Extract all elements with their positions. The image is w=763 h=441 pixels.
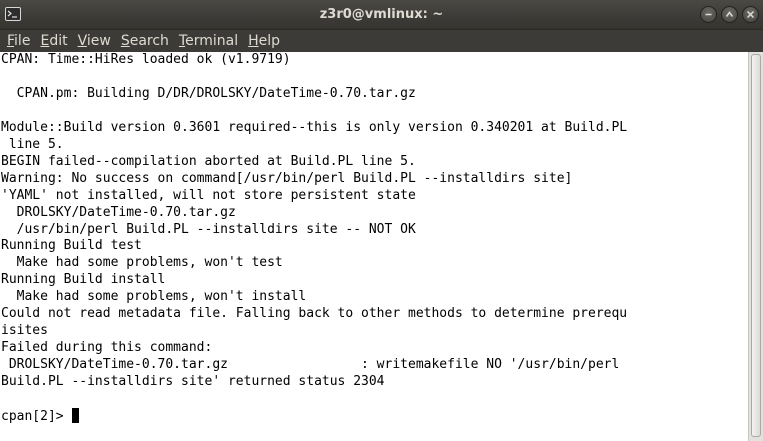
close-icon: [746, 10, 755, 19]
terminal-line: DROLSKY/DateTime-0.70.tar.gz : writemake…: [1, 357, 620, 373]
terminal-line: Warning: No success on command[/usr/bin/…: [1, 170, 573, 186]
terminal-line: line 5.: [1, 136, 64, 152]
terminal-window: z3r0@vmlinux: ~ File Edit View Search Te…: [0, 0, 763, 441]
maximize-button[interactable]: [721, 6, 738, 23]
terminal-line: CPAN.pm: Building D/DR/DROLSKY/DateTime-…: [1, 85, 416, 101]
prompt-text: cpan[2]>: [1, 409, 72, 424]
terminal-text: CPAN: Time::HiRes loaded ok (v1.9719) CP…: [0, 52, 748, 391]
terminal-line: BEGIN failed--compilation aborted at Bui…: [1, 153, 416, 169]
terminal-line: Make had some problems, won't test: [1, 255, 283, 271]
terminal-line: CPAN: Time::HiRes loaded ok (v1.9719): [1, 52, 291, 67]
window-title: z3r0@vmlinux: ~: [319, 7, 444, 22]
minimize-icon: [705, 13, 712, 16]
terminal-line: Failed during this command:: [1, 340, 213, 356]
terminal-line: isites: [1, 323, 48, 339]
terminal-line: DROLSKY/DateTime-0.70.tar.gz: [1, 204, 236, 220]
menu-edit[interactable]: Edit: [35, 30, 72, 52]
title-bar[interactable]: z3r0@vmlinux: ~: [0, 0, 763, 30]
minimize-button[interactable]: [700, 6, 717, 23]
scrollbar-thumb[interactable]: [751, 54, 761, 437]
close-button[interactable]: [742, 6, 759, 23]
terminal-line: Running Build install: [1, 272, 166, 288]
terminal-line: /usr/bin/perl Build.PL --installdirs sit…: [1, 221, 416, 237]
menu-file[interactable]: File: [2, 30, 35, 52]
menu-help[interactable]: Help: [243, 30, 285, 52]
maximize-icon: [725, 11, 734, 17]
prompt-line[interactable]: cpan[2]>: [1, 408, 80, 425]
menu-bar: File Edit View Search Terminal Help: [0, 30, 763, 52]
terminal-line: Make had some problems, won't install: [1, 289, 307, 305]
terminal-line: Running Build test: [1, 238, 142, 254]
terminal-output[interactable]: CPAN: Time::HiRes loaded ok (v1.9719) CP…: [0, 52, 748, 441]
vertical-scrollbar[interactable]: [748, 52, 763, 441]
text-cursor: [72, 408, 80, 423]
menu-view[interactable]: View: [73, 30, 116, 52]
menu-terminal[interactable]: Terminal: [174, 30, 243, 52]
terminal-line: Module::Build version 0.3601 required--t…: [1, 119, 628, 135]
terminal-line: Build.PL --installdirs site' returned st…: [1, 374, 385, 390]
terminal-line: 'YAML' not installed, will not store per…: [1, 187, 416, 203]
terminal-line: Could not read metadata file. Falling ba…: [1, 306, 628, 322]
menu-search[interactable]: Search: [116, 30, 174, 52]
